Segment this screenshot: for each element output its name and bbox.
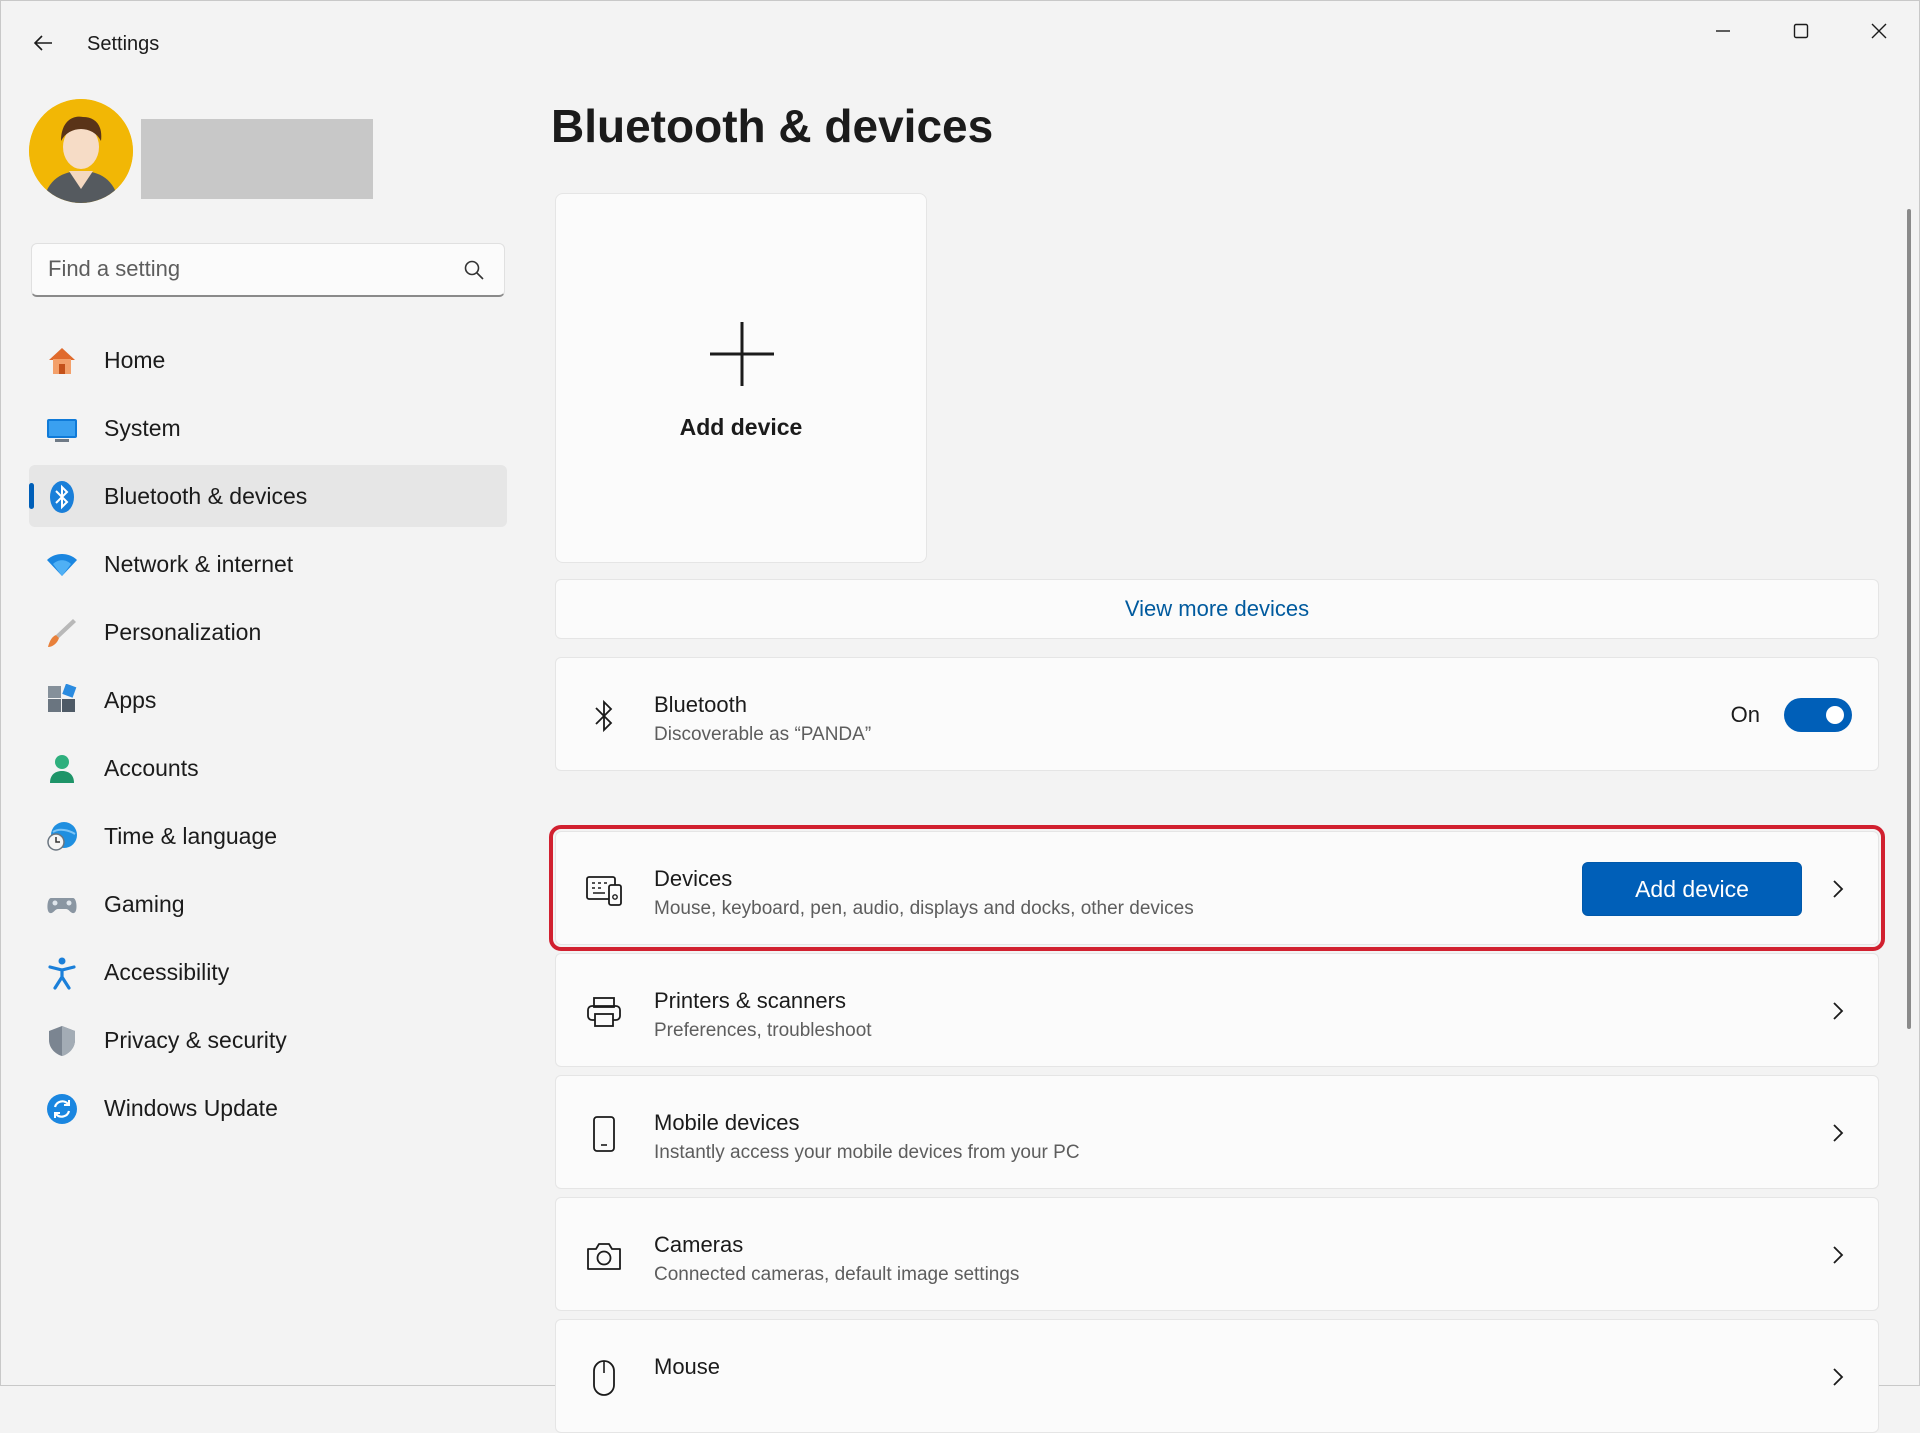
sidebar-item-windows-update[interactable]: Windows Update xyxy=(29,1077,507,1139)
system-icon xyxy=(45,412,79,446)
bluetooth-toggle-state: On xyxy=(1730,702,1760,727)
update-icon xyxy=(45,1092,79,1126)
accessibility-icon xyxy=(45,956,79,990)
page-title: Bluetooth & devices xyxy=(551,100,994,152)
toggle-knob xyxy=(1826,706,1844,724)
add-device-tile-label: Add device xyxy=(679,414,803,440)
card-title: Cameras xyxy=(654,1232,744,1257)
sidebar-item-label: Windows Update xyxy=(104,1094,278,1121)
sidebar-item-system[interactable]: System xyxy=(29,397,507,459)
sidebar-item-network[interactable]: Network & internet xyxy=(29,533,507,595)
sidebar-item-label: System xyxy=(104,414,181,441)
bluetooth-toggle[interactable] xyxy=(1784,698,1852,732)
sidebar-item-label: Personalization xyxy=(104,618,262,645)
close-button[interactable] xyxy=(1843,11,1915,51)
add-device-button[interactable]: Add device xyxy=(1582,862,1802,916)
card-subtitle: Preferences, troubleshoot xyxy=(654,1020,872,1041)
back-button[interactable] xyxy=(25,25,61,61)
card-title: Mouse xyxy=(654,1354,721,1379)
search-box[interactable] xyxy=(31,243,505,297)
sidebar-item-accessibility[interactable]: Accessibility xyxy=(29,941,507,1003)
sidebar-item-apps[interactable]: Apps xyxy=(29,669,507,731)
user-avatar-icon xyxy=(29,99,133,203)
person-icon xyxy=(45,752,79,786)
camera-icon xyxy=(584,1236,624,1276)
scrollbar[interactable] xyxy=(1907,209,1911,1029)
globe-clock-icon xyxy=(45,820,79,854)
shield-icon xyxy=(45,1024,79,1058)
plus-icon xyxy=(710,322,774,386)
card-title: Devices xyxy=(654,866,733,891)
mouse-card[interactable]: Mouse xyxy=(555,1319,1879,1433)
phone-icon xyxy=(584,1114,624,1154)
gamepad-icon xyxy=(45,888,79,922)
sidebar-item-gaming[interactable]: Gaming xyxy=(29,873,507,935)
mouse-icon xyxy=(584,1358,624,1398)
avatar[interactable] xyxy=(29,99,133,203)
sidebar-item-label: Gaming xyxy=(104,890,185,917)
sidebar-item-label: Accounts xyxy=(104,754,199,781)
maximize-icon xyxy=(1793,23,1809,39)
sidebar-item-home[interactable]: Home xyxy=(29,329,507,391)
minimize-icon xyxy=(1716,30,1730,32)
view-more-devices-button[interactable]: View more devices xyxy=(555,579,1879,639)
card-subtitle: Connected cameras, default image setting… xyxy=(654,1264,1020,1285)
sidebar-item-label: Network & internet xyxy=(104,550,294,577)
card-subtitle: Discoverable as “PANDA” xyxy=(654,724,872,745)
sidebar-item-privacy-security[interactable]: Privacy & security xyxy=(29,1009,507,1071)
apps-icon xyxy=(45,684,79,718)
bluetooth-card: Bluetooth Discoverable as “PANDA” On xyxy=(555,657,1879,771)
card-subtitle: Mouse, keyboard, pen, audio, displays an… xyxy=(654,898,1194,919)
settings-window: Settings Home xyxy=(0,0,1920,1433)
bluetooth-glyph-icon xyxy=(584,696,624,736)
chevron-right-icon[interactable] xyxy=(1826,877,1850,901)
bluetooth-icon xyxy=(45,480,79,514)
wifi-icon xyxy=(45,548,79,582)
home-icon xyxy=(45,344,79,378)
minimize-button[interactable] xyxy=(1687,11,1759,51)
chevron-right-icon[interactable] xyxy=(1826,1121,1850,1145)
close-icon xyxy=(1871,23,1887,39)
sidebar-nav: Home System Bluetooth & devices Network … xyxy=(29,329,507,1145)
maximize-button[interactable] xyxy=(1765,11,1837,51)
devices-card[interactable]: Devices Mouse, keyboard, pen, audio, dis… xyxy=(549,825,1885,951)
sidebar-item-label: Home xyxy=(104,346,166,373)
card-subtitle: Instantly access your mobile devices fro… xyxy=(654,1142,1080,1163)
add-device-tile[interactable]: Add device xyxy=(555,193,927,563)
search-input[interactable] xyxy=(48,244,448,294)
devices-icon xyxy=(584,870,624,910)
sidebar-item-label: Time & language xyxy=(104,822,278,849)
sidebar-item-time-language[interactable]: Time & language xyxy=(29,805,507,867)
mobile-devices-card[interactable]: Mobile devices Instantly access your mob… xyxy=(555,1075,1879,1189)
brush-icon xyxy=(45,616,79,650)
sidebar-item-accounts[interactable]: Accounts xyxy=(29,737,507,799)
search-icon[interactable] xyxy=(462,258,486,282)
app-title: Settings xyxy=(87,33,160,55)
sidebar-item-label: Accessibility xyxy=(104,958,230,985)
back-arrow-icon xyxy=(33,35,52,51)
sidebar-item-label: Apps xyxy=(104,686,157,713)
sidebar-item-label: Privacy & security xyxy=(104,1026,287,1053)
sidebar-item-label: Bluetooth & devices xyxy=(104,482,308,509)
chevron-right-icon[interactable] xyxy=(1826,999,1850,1023)
card-title: Printers & scanners xyxy=(654,988,846,1013)
sidebar-item-personalization[interactable]: Personalization xyxy=(29,601,507,663)
chevron-right-icon[interactable] xyxy=(1826,1243,1850,1267)
card-title: Mobile devices xyxy=(654,1110,800,1135)
title-bar: Settings xyxy=(1,1,1919,87)
account-name-redacted xyxy=(141,119,373,199)
printer-icon xyxy=(584,992,624,1032)
chevron-right-icon[interactable] xyxy=(1826,1365,1850,1389)
cameras-card[interactable]: Cameras Connected cameras, default image… xyxy=(555,1197,1879,1311)
printers-scanners-card[interactable]: Printers & scanners Preferences, trouble… xyxy=(555,953,1879,1067)
card-title: Bluetooth xyxy=(654,692,747,717)
sidebar-item-bluetooth-devices[interactable]: Bluetooth & devices xyxy=(29,465,507,527)
